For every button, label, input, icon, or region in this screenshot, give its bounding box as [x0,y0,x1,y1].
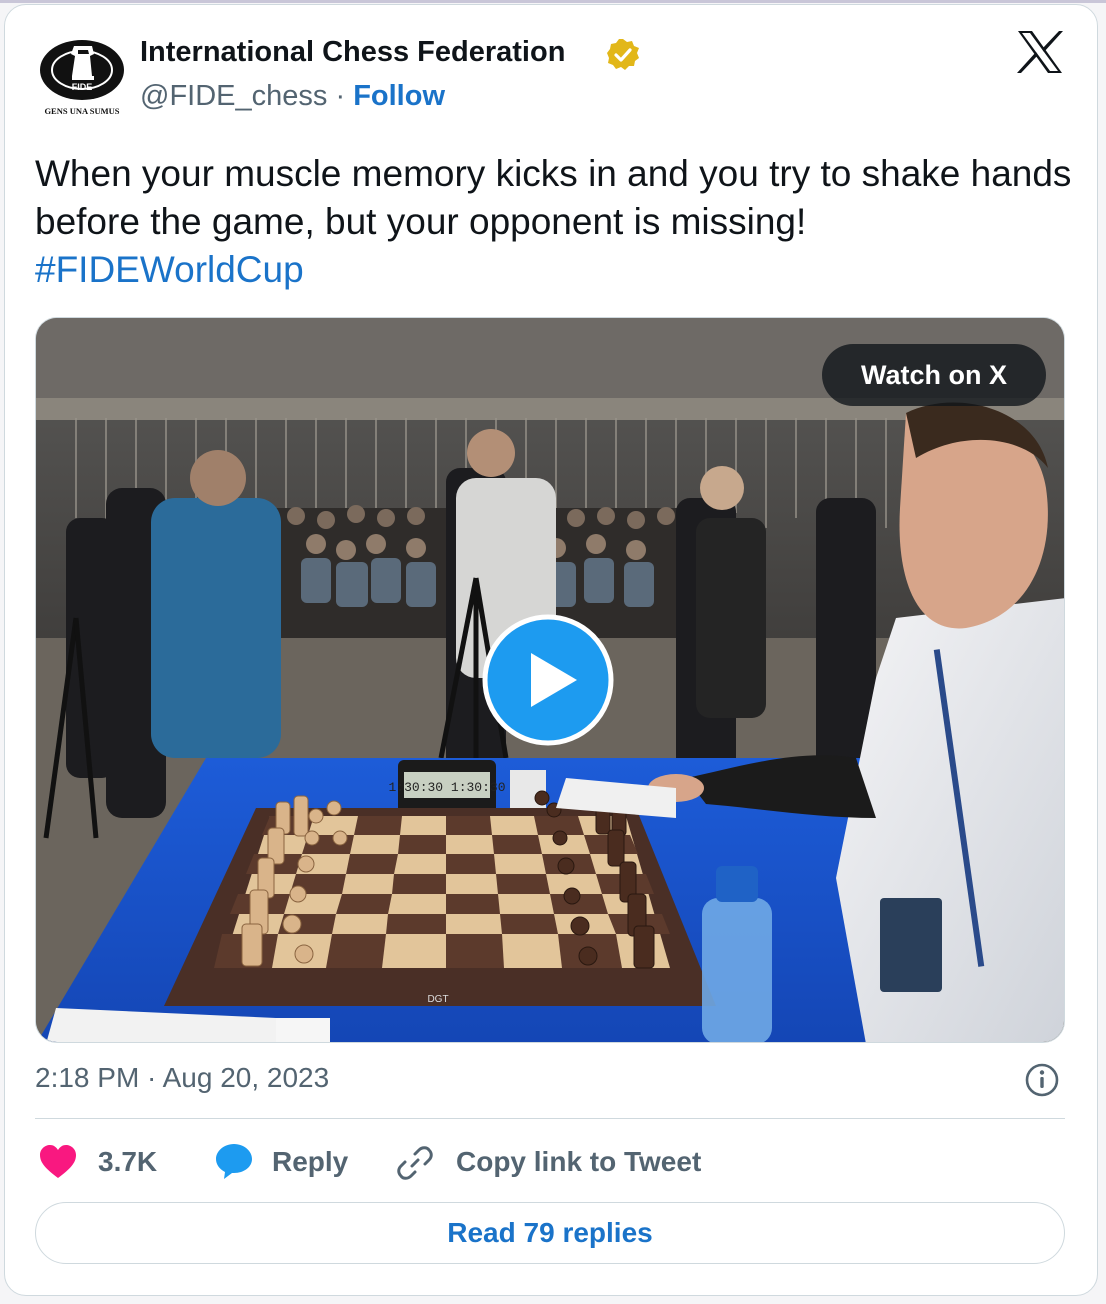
fide-logo: FIDE GENS UNA SUMUS [40,40,124,116]
author-avatar[interactable]: FIDE GENS UNA SUMUS [34,32,130,122]
author-name[interactable]: International Chess Federation [140,36,565,69]
tweet-text: When your muscle memory kicks in and you… [35,150,1075,294]
tweet-body: When your muscle memory kicks in and you… [35,153,1072,242]
like-button[interactable]: 3.7K [98,1138,178,1188]
actions-divider [35,1118,1065,1119]
handle-separator: · [335,80,346,112]
heart-icon[interactable] [38,1144,78,1180]
link-icon[interactable] [396,1144,434,1182]
board-brand-label: DGT [427,994,448,1005]
logo-text-fide: FIDE [72,82,93,92]
author-handle[interactable]: @FIDE_chess [140,80,327,112]
verified-badge-icon [607,39,639,70]
x-logo-icon[interactable] [1016,30,1064,74]
logo-text-motto: GENS UNA SUMUS [44,106,119,116]
play-icon[interactable] [481,613,615,747]
window-top-rule [0,0,1106,3]
read-replies-button[interactable]: Read 79 replies [35,1202,1065,1264]
chess-clock-display: 1:30:30 1:30:30 [388,780,505,795]
reply-icon[interactable] [214,1142,254,1180]
follow-link[interactable]: Follow [353,80,445,112]
hashtag-link[interactable]: #FIDEWorldCup [35,249,304,290]
author-handle-row: @FIDE_chess · Follow [140,80,445,113]
reply-button[interactable]: Reply [272,1138,362,1188]
like-count: 3.7K [98,1146,158,1177]
tweet-timestamp[interactable]: 2:18 PM · Aug 20, 2023 [35,1062,329,1094]
reply-label: Reply [272,1146,349,1177]
watch-on-x-button[interactable]: Watch on X [822,344,1046,406]
copy-link-label: Copy link to Tweet [456,1146,702,1177]
copy-link-button[interactable]: Copy link to Tweet [456,1138,726,1188]
info-icon[interactable] [1024,1062,1060,1098]
